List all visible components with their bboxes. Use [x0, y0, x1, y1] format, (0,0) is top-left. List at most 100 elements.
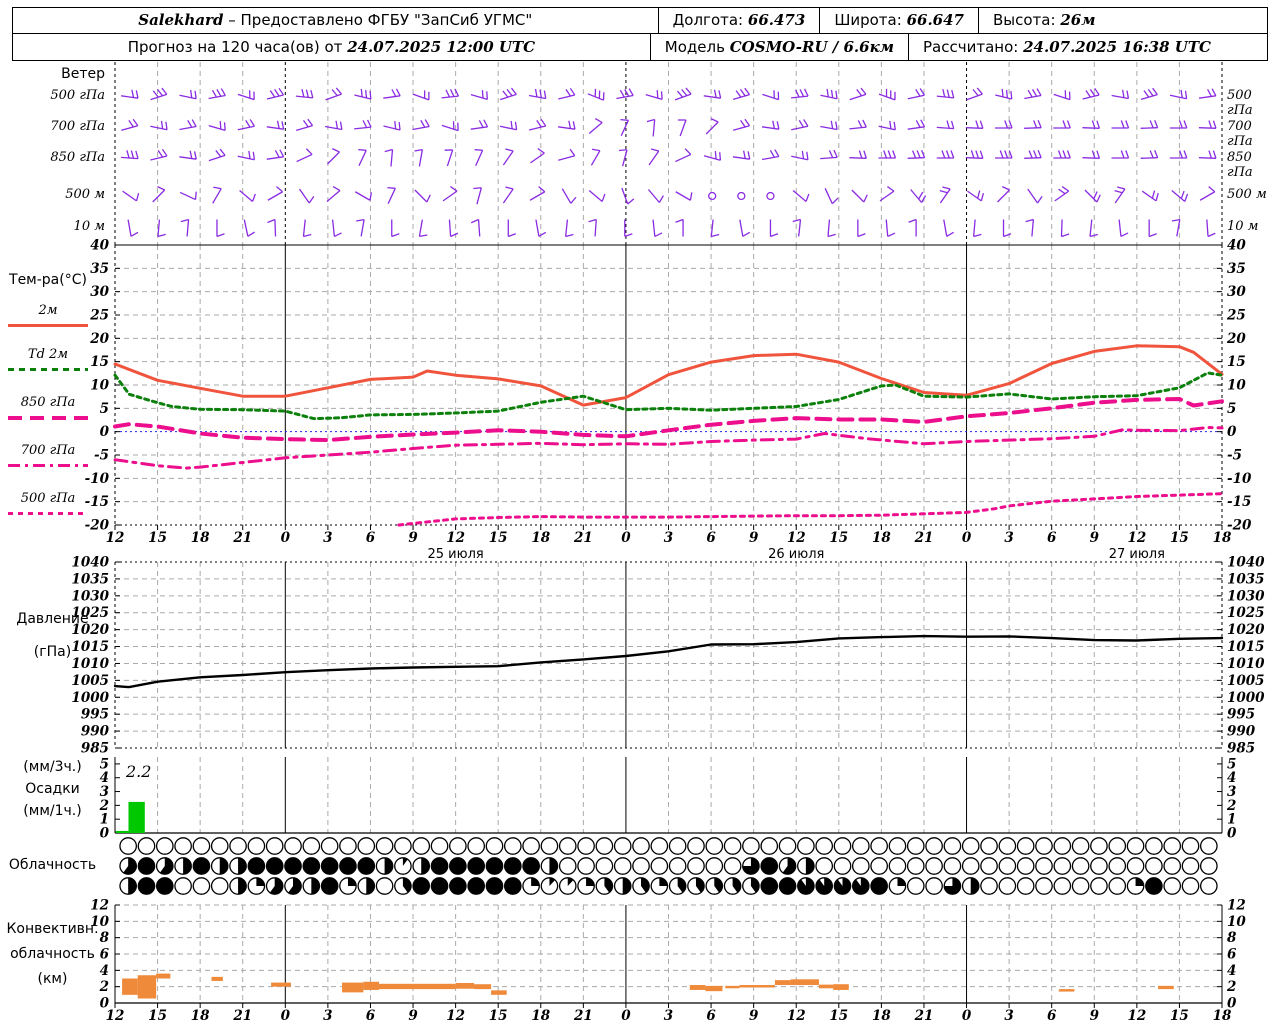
- svg-text:40: 40: [90, 238, 109, 254]
- meteogram-page: Salekhard – Предоставлено ФГБУ "ЗапСиб У…: [0, 0, 1280, 1024]
- svg-text:30: 30: [1227, 284, 1246, 300]
- svg-text:3: 3: [1004, 530, 1013, 546]
- svg-text:12: 12: [446, 530, 465, 546]
- svg-text:25: 25: [1226, 308, 1246, 324]
- svg-text:1015: 1015: [71, 639, 109, 655]
- svg-text:-15: -15: [85, 494, 109, 510]
- svg-text:12: 12: [106, 530, 125, 546]
- svg-text:35: 35: [90, 261, 109, 277]
- svg-text:21: 21: [573, 530, 593, 546]
- svg-text:1000: 1000: [1227, 690, 1265, 706]
- svg-text:1020: 1020: [71, 622, 109, 638]
- svg-text:21: 21: [914, 1008, 934, 1024]
- svg-text:18: 18: [191, 530, 210, 546]
- svg-text:21: 21: [232, 1008, 252, 1024]
- svg-text:15: 15: [148, 530, 167, 546]
- svg-text:1040: 1040: [1227, 555, 1265, 571]
- svg-text:15: 15: [829, 1008, 848, 1024]
- svg-text:3: 3: [323, 1008, 332, 1024]
- svg-text:18: 18: [191, 1008, 210, 1024]
- svg-text:27 июля: 27 июля: [1109, 547, 1165, 562]
- svg-text:-10: -10: [85, 471, 110, 487]
- svg-text:1010: 1010: [1227, 656, 1265, 672]
- svg-text:15: 15: [489, 530, 508, 546]
- svg-text:25: 25: [89, 308, 109, 324]
- svg-text:9: 9: [1090, 1008, 1100, 1024]
- meteogram-canvas: 40 4035 3530 3025 2520 2015 1510 105 50 0-5 -5-10-…: [71, 62, 1265, 1024]
- svg-text:10: 10: [90, 914, 109, 930]
- svg-text:18: 18: [531, 1008, 550, 1024]
- svg-text:6: 6: [706, 1008, 716, 1024]
- svg-text:4: 4: [100, 963, 109, 979]
- svg-text:15: 15: [148, 1008, 167, 1024]
- svg-text:1010: 1010: [71, 656, 109, 672]
- svg-text:10: 10: [1227, 378, 1246, 394]
- svg-text:0: 0: [281, 1008, 291, 1024]
- svg-text:990: 990: [1227, 724, 1256, 740]
- svg-text:15: 15: [1170, 530, 1189, 546]
- svg-text:12: 12: [106, 1008, 125, 1024]
- svg-text:2: 2: [1226, 979, 1236, 995]
- svg-text:9: 9: [749, 1008, 759, 1024]
- svg-text:0: 0: [281, 530, 291, 546]
- svg-text:1025: 1025: [1227, 605, 1265, 621]
- svg-text:12: 12: [90, 898, 109, 914]
- svg-text:990: 990: [81, 724, 110, 740]
- svg-text:35: 35: [1227, 261, 1246, 277]
- svg-text:6: 6: [1047, 1008, 1057, 1024]
- svg-text:9: 9: [408, 1008, 418, 1024]
- svg-text:3: 3: [664, 530, 673, 546]
- svg-text:12: 12: [1127, 530, 1146, 546]
- svg-text:40: 40: [1227, 238, 1246, 254]
- svg-text:20: 20: [89, 331, 109, 347]
- svg-text:18: 18: [1213, 1008, 1232, 1024]
- svg-text:15: 15: [1227, 354, 1246, 370]
- svg-text:6: 6: [1047, 530, 1057, 546]
- svg-text:15: 15: [829, 530, 848, 546]
- svg-text:0: 0: [621, 1008, 631, 1024]
- svg-text:10: 10: [90, 378, 109, 394]
- svg-text:18: 18: [872, 530, 891, 546]
- svg-text:1000: 1000: [71, 690, 109, 706]
- svg-text:6: 6: [366, 530, 376, 546]
- svg-text:1035: 1035: [1227, 571, 1265, 587]
- svg-text:1040: 1040: [71, 555, 109, 571]
- svg-text:25 июля: 25 июля: [428, 547, 484, 562]
- svg-text:6: 6: [1227, 947, 1237, 963]
- svg-text:0: 0: [1227, 424, 1237, 440]
- svg-text:985: 985: [1227, 741, 1255, 757]
- svg-text:0: 0: [100, 424, 110, 440]
- svg-text:1005: 1005: [71, 673, 109, 689]
- svg-text:0: 0: [962, 530, 972, 546]
- svg-text:12: 12: [1227, 898, 1246, 914]
- svg-text:12: 12: [1127, 1008, 1146, 1024]
- svg-text:3: 3: [1004, 1008, 1013, 1024]
- svg-text:985: 985: [81, 741, 109, 757]
- svg-text:1030: 1030: [1227, 588, 1265, 604]
- svg-text:9: 9: [749, 530, 759, 546]
- svg-text:18: 18: [872, 1008, 891, 1024]
- svg-text:995: 995: [1227, 707, 1255, 723]
- svg-text:18: 18: [1213, 530, 1232, 546]
- svg-text:15: 15: [1170, 1008, 1189, 1024]
- svg-text:6: 6: [366, 1008, 376, 1024]
- svg-text:-5: -5: [1227, 448, 1242, 464]
- svg-text:12: 12: [787, 530, 806, 546]
- svg-text:-15: -15: [1227, 494, 1251, 510]
- svg-text:10: 10: [1227, 914, 1246, 930]
- svg-text:-5: -5: [94, 448, 109, 464]
- svg-text:15: 15: [489, 1008, 508, 1024]
- svg-text:2: 2: [99, 979, 109, 995]
- svg-text:1035: 1035: [71, 571, 109, 587]
- svg-text:15: 15: [90, 354, 109, 370]
- svg-text:0: 0: [1227, 826, 1237, 842]
- svg-text:18: 18: [531, 530, 550, 546]
- svg-text:30: 30: [90, 284, 109, 300]
- svg-text:8: 8: [100, 930, 110, 946]
- svg-text:8: 8: [1227, 930, 1237, 946]
- svg-text:12: 12: [787, 1008, 806, 1024]
- svg-text:20: 20: [1226, 331, 1246, 347]
- svg-text:5: 5: [100, 401, 109, 417]
- svg-text:0: 0: [962, 1008, 972, 1024]
- svg-text:1005: 1005: [1227, 673, 1265, 689]
